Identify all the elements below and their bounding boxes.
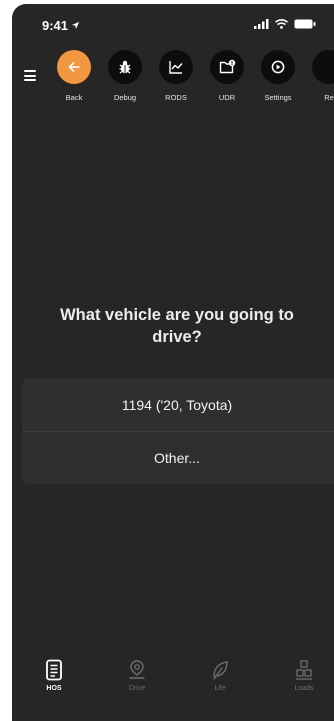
boxes-icon <box>296 660 312 680</box>
line-chart-icon <box>169 61 183 74</box>
wifi-icon <box>275 19 288 29</box>
tab-drive[interactable]: Drive <box>107 659 167 692</box>
vehicle-option-label: Other... <box>154 450 200 466</box>
debug-button[interactable]: Debug <box>100 50 150 102</box>
settings-dial-icon <box>271 60 285 74</box>
menu-line <box>24 79 36 81</box>
tab-life-label: Life <box>214 685 226 692</box>
status-indicators <box>254 19 316 29</box>
location-pin-icon <box>129 660 145 679</box>
tab-hos-label: HOS <box>46 685 62 692</box>
location-arrow-icon <box>71 21 80 30</box>
back-circle <box>57 50 91 84</box>
settings-label: Settings <box>264 93 292 102</box>
debug-circle <box>108 50 142 84</box>
folder-alert-icon <box>219 59 235 74</box>
vehicle-question: What vehicle are you going to drive? <box>60 306 294 346</box>
settings-button[interactable]: Settings <box>253 50 303 102</box>
vehicle-options: 1194 ('20, Toyota) Other... <box>22 378 334 484</box>
vehicle-option-other[interactable]: Other... <box>22 431 334 484</box>
rods-label: RODS <box>165 93 187 102</box>
signal-icon <box>254 19 269 29</box>
toolbar-overflow-button[interactable]: Re <box>304 50 334 102</box>
arrow-left-icon <box>68 62 80 72</box>
logbook-icon <box>46 659 62 681</box>
debug-label: Debug <box>113 93 137 102</box>
menu-button[interactable] <box>24 70 36 81</box>
back-label: Back <box>65 93 83 102</box>
vehicle-option-label: 1194 ('20, Toyota) <box>121 396 233 413</box>
battery-icon <box>294 19 316 29</box>
udr-button[interactable]: UDR <box>202 50 252 102</box>
rods-button[interactable]: RODS <box>151 50 201 102</box>
status-time-text: 9:41 <box>42 18 69 33</box>
menu-line <box>24 74 36 77</box>
udr-label: UDR <box>218 93 236 102</box>
vehicle-option-1194[interactable]: 1194 ('20, Toyota) <box>22 378 334 431</box>
tab-bar: HOS Drive Life Loads <box>12 659 334 709</box>
tab-hos[interactable]: HOS <box>24 659 84 692</box>
tab-life[interactable]: Life <box>190 659 250 692</box>
status-time: 9:41 <box>42 18 80 33</box>
tab-drive-label: Drive <box>128 685 146 692</box>
back-button[interactable]: Back <box>49 50 99 102</box>
leaf-icon <box>213 661 228 680</box>
udr-circle <box>210 50 244 84</box>
rods-circle <box>159 50 193 84</box>
menu-line <box>24 70 36 72</box>
overflow-label: Re <box>324 93 334 102</box>
app-screen: 9:41 Back Debug RODS UDR Settings Re Wha… <box>12 4 334 721</box>
settings-circle <box>261 50 295 84</box>
tab-loads[interactable]: Loads <box>274 659 334 692</box>
bug-icon <box>119 60 131 74</box>
overflow-circle <box>312 50 334 84</box>
tab-loads-label: Loads <box>294 685 314 692</box>
